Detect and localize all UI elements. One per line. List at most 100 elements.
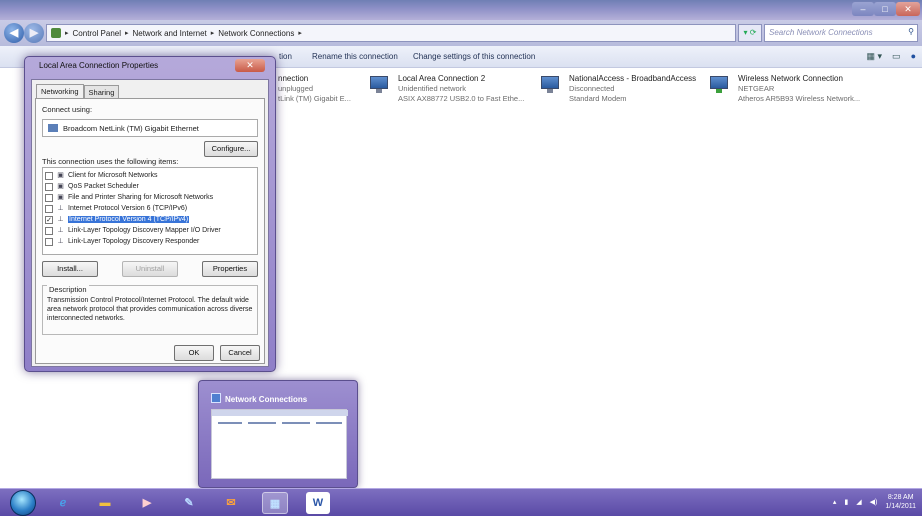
search-placeholder: Search Network Connections xyxy=(769,28,873,37)
network-client-icon: ▣ xyxy=(57,171,64,179)
network-connections-icon xyxy=(211,393,221,403)
folder-icon[interactable]: ▬ xyxy=(92,492,118,514)
search-icon[interactable]: ⚲ xyxy=(908,27,914,36)
checkbox[interactable] xyxy=(45,204,53,213)
connection-name: nnection xyxy=(278,74,309,83)
properties-button[interactable]: Properties xyxy=(202,261,258,277)
taskbar-thumbnail-preview[interactable]: Network Connections xyxy=(198,380,358,488)
connect-using-label: Connect using: xyxy=(42,105,93,114)
network-tool-icon[interactable]: ✎ xyxy=(176,492,202,514)
search-input[interactable]: Search Network Connections ⚲ xyxy=(764,24,918,42)
rename-connection-button[interactable]: Rename this connection xyxy=(312,52,398,61)
wireless-signal-icon xyxy=(710,74,732,100)
maximize-button[interactable]: □ xyxy=(874,2,896,16)
preview-pane-icon[interactable]: ▭ xyxy=(892,51,901,62)
refresh-button[interactable]: ▾ ⟳ xyxy=(738,24,762,42)
outlook-icon[interactable]: ✉ xyxy=(218,492,244,514)
clock-time: 8:28 AM xyxy=(887,494,914,501)
connection-status: Unidentified network xyxy=(398,84,466,93)
tray-arrow-icon[interactable]: ▴ xyxy=(833,498,837,506)
list-item-selected[interactable]: ✓ ⊥ Internet Protocol Version 4 (TCP/IPv4) xyxy=(45,214,255,225)
properties-dialog[interactable]: Local Area Connection Properties ✕ Netwo… xyxy=(24,56,276,372)
connection-status: NETGEAR xyxy=(738,84,775,93)
item-label: File and Printer Sharing for Microsoft N… xyxy=(68,194,214,201)
checkbox[interactable] xyxy=(45,226,53,235)
configure-button[interactable]: Configure... xyxy=(204,141,258,157)
ok-button[interactable]: OK xyxy=(174,345,214,361)
forward-button[interactable]: ▶ xyxy=(24,23,44,43)
window-titlebar[interactable]: – □ ✕ xyxy=(0,0,922,20)
dialog-close-button[interactable]: ✕ xyxy=(235,59,265,72)
items-label: This connection uses the following items… xyxy=(42,157,179,166)
word-icon[interactable]: W xyxy=(306,492,330,514)
uninstall-button[interactable]: Uninstall xyxy=(122,261,178,277)
close-button[interactable]: ✕ xyxy=(896,2,920,16)
breadcrumb-separator-icon: ▸ xyxy=(65,30,69,37)
connection-name: Local Area Connection 2 xyxy=(398,74,486,83)
minimize-button[interactable]: – xyxy=(852,2,874,16)
checkbox[interactable] xyxy=(45,171,53,180)
checkbox[interactable] xyxy=(45,182,53,191)
volume-icon[interactable]: ◀) xyxy=(870,498,878,506)
list-item[interactable]: ▣ QoS Packet Scheduler xyxy=(45,181,255,192)
network-service-icon: ▣ xyxy=(57,193,64,201)
command-partial[interactable]: tion xyxy=(279,52,292,61)
connection-device: Standard Modem xyxy=(569,94,627,103)
dialog-title: Local Area Connection Properties xyxy=(39,61,159,70)
connection-item[interactable]: Local Area Connection 2 Unidentified net… xyxy=(370,74,524,104)
breadcrumb-network-connections[interactable]: Network Connections xyxy=(218,29,294,38)
item-label: Client for Microsoft Networks xyxy=(68,172,158,179)
breadcrumb-network-internet[interactable]: Network and Internet xyxy=(133,29,207,38)
list-item[interactable]: ⊥ Link-Layer Topology Discovery Mapper I/… xyxy=(45,225,255,236)
connection-item[interactable]: NationalAccess - BroadbandAccess Disconn… xyxy=(541,74,696,104)
item-label: Link-Layer Topology Discovery Mapper I/O… xyxy=(68,227,221,234)
network-connections-taskbar-icon[interactable]: ▦ xyxy=(262,492,288,514)
connection-name: Wireless Network Connection xyxy=(738,74,843,83)
start-button[interactable] xyxy=(10,490,36,516)
change-view-icon[interactable]: ▦ ▾ xyxy=(867,51,883,62)
protocol-icon: ⊥ xyxy=(57,215,64,223)
checkbox-checked[interactable]: ✓ xyxy=(45,215,53,224)
network-adapter-icon xyxy=(48,124,58,132)
connection-item[interactable]: Wireless Network Connection NETGEAR Athe… xyxy=(710,74,860,104)
connection-device: tLink (TM) Gigabit E... xyxy=(278,94,351,103)
system-tray: ▴ ▮ ◢ ◀) 8:28 AM 1/14/2011 xyxy=(833,493,916,511)
networking-panel: Connect using: Broadcom NetLink (TM) Gig… xyxy=(35,98,265,364)
description-group: Description Transmission Control Protoco… xyxy=(42,285,258,335)
items-list[interactable]: ▣ Client for Microsoft Networks ▣ QoS Pack… xyxy=(42,167,258,255)
list-item[interactable]: ⊥ Link-Layer Topology Discovery Responder xyxy=(45,236,255,247)
protocol-icon: ⊥ xyxy=(57,204,64,212)
taskbar: ℯ ▬ ▶ ✎ ✉ ▦ W ▴ ▮ ◢ ◀) 8:28 AM 1/14/2011 xyxy=(0,488,922,516)
preview-title: Network Connections xyxy=(225,395,308,404)
network-status-icon[interactable]: ▮ xyxy=(844,498,848,506)
item-label: Internet Protocol Version 6 (TCP/IPv6) xyxy=(68,205,188,212)
media-player-icon[interactable]: ▶ xyxy=(134,492,160,514)
connection-status: unplugged xyxy=(278,84,314,93)
address-bar[interactable]: ▸ Control Panel ▸ Network and Internet ▸… xyxy=(46,24,736,42)
breadcrumb-control-panel[interactable]: Control Panel xyxy=(73,29,121,38)
connection-status: Disconnected xyxy=(569,84,615,93)
connection-device: ASIX AX88772 USB2.0 to Fast Ethe... xyxy=(398,94,525,103)
network-adapter-icon xyxy=(370,74,392,100)
clock[interactable]: 8:28 AM 1/14/2011 xyxy=(885,493,916,511)
internet-explorer-icon[interactable]: ℯ xyxy=(50,492,76,514)
install-button[interactable]: Install... xyxy=(42,261,98,277)
connection-item[interactable]: nnection unplugged tLink (TM) Gigabit E.… xyxy=(278,74,351,104)
item-label: Internet Protocol Version 4 (TCP/IPv4) xyxy=(68,216,190,223)
list-item[interactable]: ▣ File and Printer Sharing for Microsoft … xyxy=(45,192,255,203)
control-panel-icon xyxy=(51,28,61,38)
checkbox[interactable] xyxy=(45,193,53,202)
back-button[interactable]: ◀ xyxy=(4,23,24,43)
preview-thumbnail[interactable] xyxy=(211,409,348,479)
signal-icon[interactable]: ◢ xyxy=(856,498,861,506)
change-settings-button[interactable]: Change settings of this connection xyxy=(413,52,535,61)
checkbox[interactable] xyxy=(45,237,53,246)
item-label: Link-Layer Topology Discovery Responder xyxy=(68,238,200,245)
list-item[interactable]: ▣ Client for Microsoft Networks xyxy=(45,170,255,181)
dialog-body: Networking Sharing Connect using: Broadc… xyxy=(31,79,269,367)
clock-date: 1/14/2011 xyxy=(885,503,916,510)
cancel-button[interactable]: Cancel xyxy=(220,345,260,361)
network-service-icon: ▣ xyxy=(57,182,64,190)
help-icon[interactable]: ● xyxy=(911,51,916,62)
list-item[interactable]: ⊥ Internet Protocol Version 6 (TCP/IPv6) xyxy=(45,203,255,214)
